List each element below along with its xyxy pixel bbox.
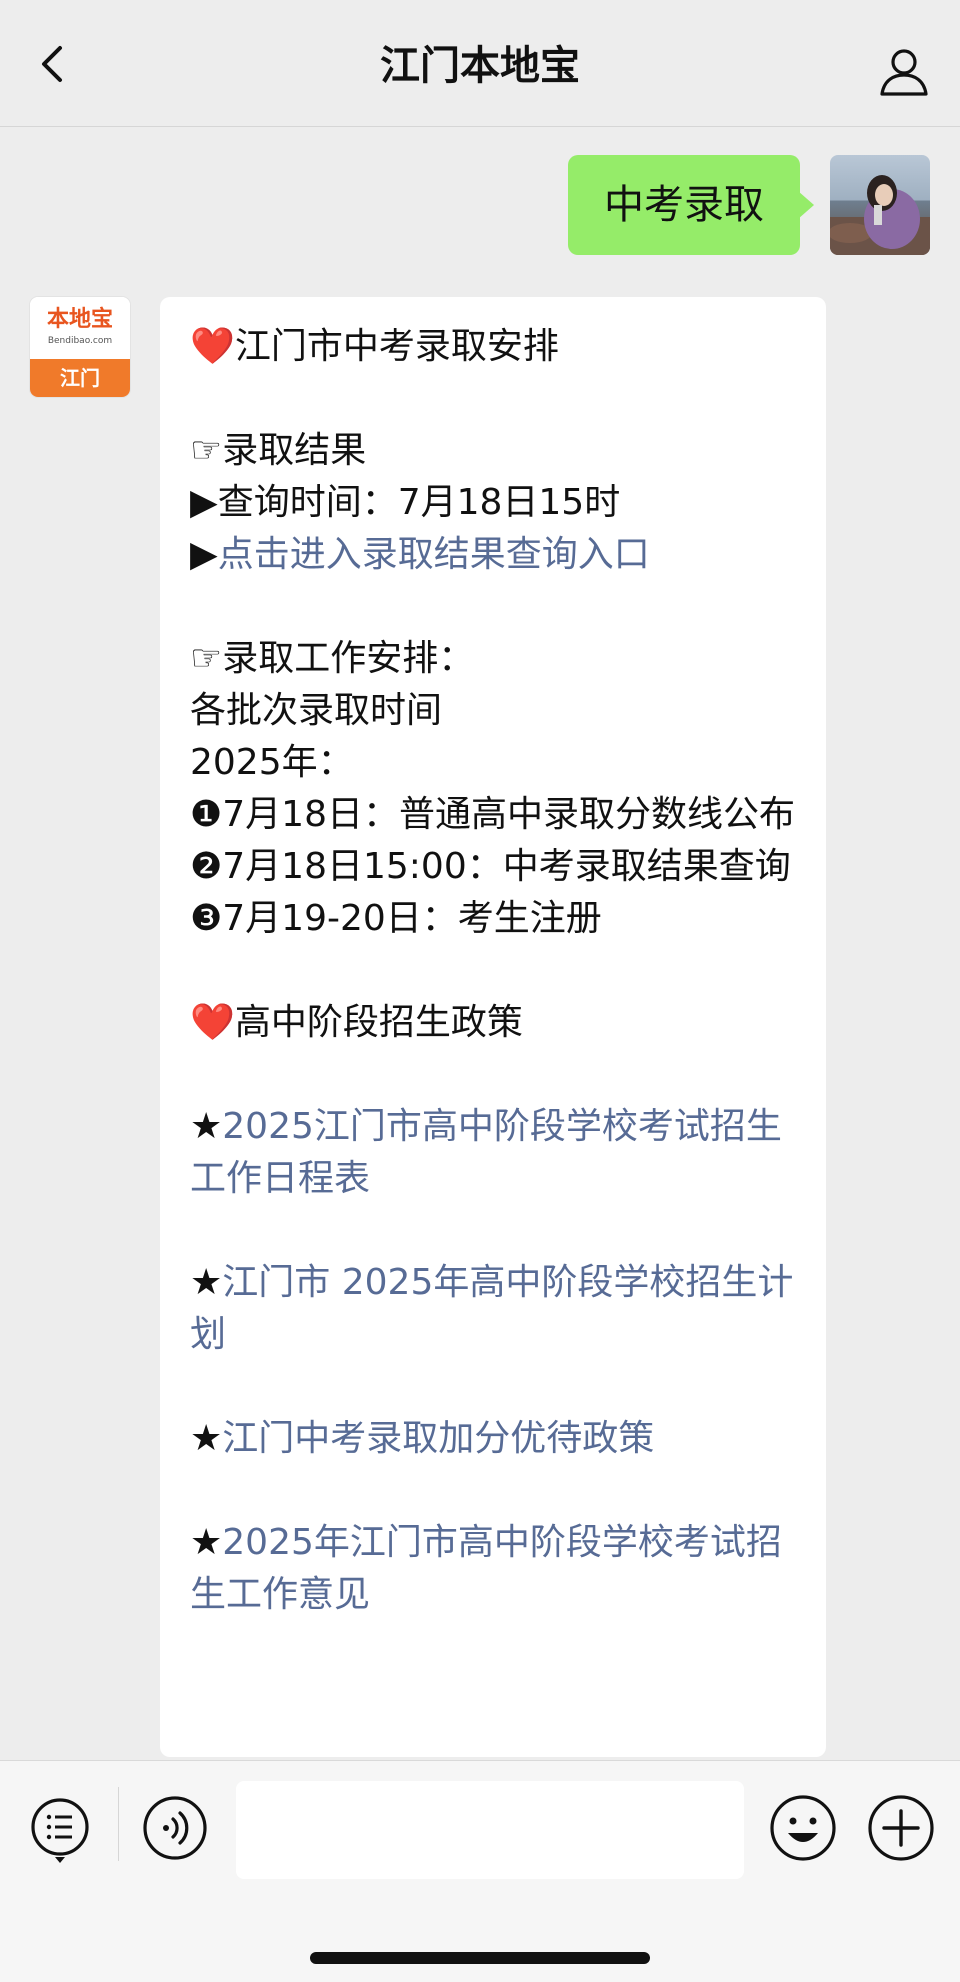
schedule-link[interactable]: 2025江门市高中阶段学校考试招生工作日程表 (190, 1106, 782, 1199)
message-text: 查询时间：7月18日15时 (217, 482, 621, 523)
message-text: 7月18日15:00：中考录取结果查询 (222, 846, 791, 887)
divider (118, 1787, 119, 1861)
message-line: ★江门中考录取加分优待政策 (190, 1413, 796, 1465)
star-icon: ★ (190, 1106, 223, 1147)
circled-two-icon: ❷ (190, 846, 223, 887)
message-line: 2025年： (190, 742, 354, 783)
menu-list-icon[interactable] (28, 1795, 92, 1867)
voice-icon[interactable] (142, 1795, 208, 1861)
message-text: 7月18日：普通高中录取分数线公布 (222, 794, 795, 835)
triangle-right-icon: ▶ (190, 534, 218, 575)
message-line: ▶点击进入录取结果查询入口 (190, 529, 796, 581)
message-line: 各批次录取时间 (190, 690, 443, 731)
circled-one-icon: ❶ (190, 794, 223, 835)
triangle-right-icon: ▶ (190, 482, 218, 523)
message-text: 江门市中考录取安排 (234, 326, 559, 367)
enrollment-plan-link[interactable]: 江门市 2025年高中阶段学校招生计划 (190, 1262, 793, 1355)
message-line: ▶查询时间：7月18日15时 (190, 477, 796, 529)
message-line: ❶7月18日：普通高中录取分数线公布 (190, 789, 796, 841)
page-title: 江门本地宝 (380, 43, 580, 89)
outgoing-message-text: 中考录取 (604, 182, 764, 228)
message-text: 录取工作安排： (222, 638, 475, 679)
message-line: ★2025江门市高中阶段学校考试招生工作日程表 (190, 1101, 796, 1205)
message-line-heading: ❤️江门市中考录取安排 (190, 321, 796, 373)
avatar-logo-subtext: Bendibao.com (47, 336, 113, 346)
official-account-avatar[interactable]: 本地宝 Bendibao.com 江门 (30, 297, 130, 397)
pointing-hand-icon: ☞ (190, 430, 223, 471)
avatar-logo-area: 本地宝 Bendibao.com (30, 297, 130, 359)
message-text: 录取结果 (222, 430, 367, 471)
star-icon: ★ (190, 1418, 223, 1459)
message-input[interactable] (236, 1781, 744, 1879)
message-line: ☞录取工作安排： (190, 633, 796, 685)
avatar-logo-text: 本地宝 (46, 307, 113, 332)
result-query-link[interactable]: 点击进入录取结果查询入口 (218, 534, 650, 575)
chat-input-bar (0, 1760, 960, 1982)
emoji-icon[interactable] (768, 1793, 838, 1863)
star-icon: ★ (190, 1522, 223, 1563)
avatar-city-label: 江门 (30, 359, 130, 397)
heart-icon: ❤️ (190, 326, 235, 367)
star-icon: ★ (190, 1262, 223, 1303)
heart-icon: ❤️ (190, 1002, 235, 1043)
work-opinion-link[interactable]: 2025年江门市高中阶段学校考试招生工作意见 (190, 1522, 782, 1615)
home-indicator[interactable] (310, 1952, 650, 1964)
message-text: 高中阶段招生政策 (234, 1002, 523, 1043)
navigation-bar: 江门本地宝 (0, 0, 960, 127)
message-line-heading: ❤️高中阶段招生政策 (190, 997, 796, 1049)
person-icon[interactable] (876, 44, 932, 100)
message-line: ★2025年江门市高中阶段学校考试招生工作意见 (190, 1517, 796, 1621)
message-line: ❷7月18日15:00：中考录取结果查询 (190, 841, 796, 893)
incoming-message-bubble: ❤️江门市中考录取安排 ☞录取结果 ▶查询时间：7月18日15时 ▶点击进入录取… (160, 297, 826, 1757)
user-avatar-image (830, 155, 930, 255)
message-line: ❸7月19-20日：考生注册 (190, 893, 796, 945)
message-line: ★江门市 2025年高中阶段学校招生计划 (190, 1257, 796, 1361)
plus-icon[interactable] (866, 1793, 936, 1863)
outgoing-message-bubble[interactable]: 中考录取 (568, 155, 814, 255)
circled-three-icon: ❸ (190, 898, 223, 939)
message-line: ☞录取结果 (190, 425, 796, 477)
user-avatar[interactable] (830, 155, 930, 255)
bonus-policy-link[interactable]: 江门中考录取加分优待政策 (222, 1418, 654, 1459)
message-text: 7月19-20日：考生注册 (222, 898, 602, 939)
pointing-hand-icon: ☞ (190, 638, 223, 679)
